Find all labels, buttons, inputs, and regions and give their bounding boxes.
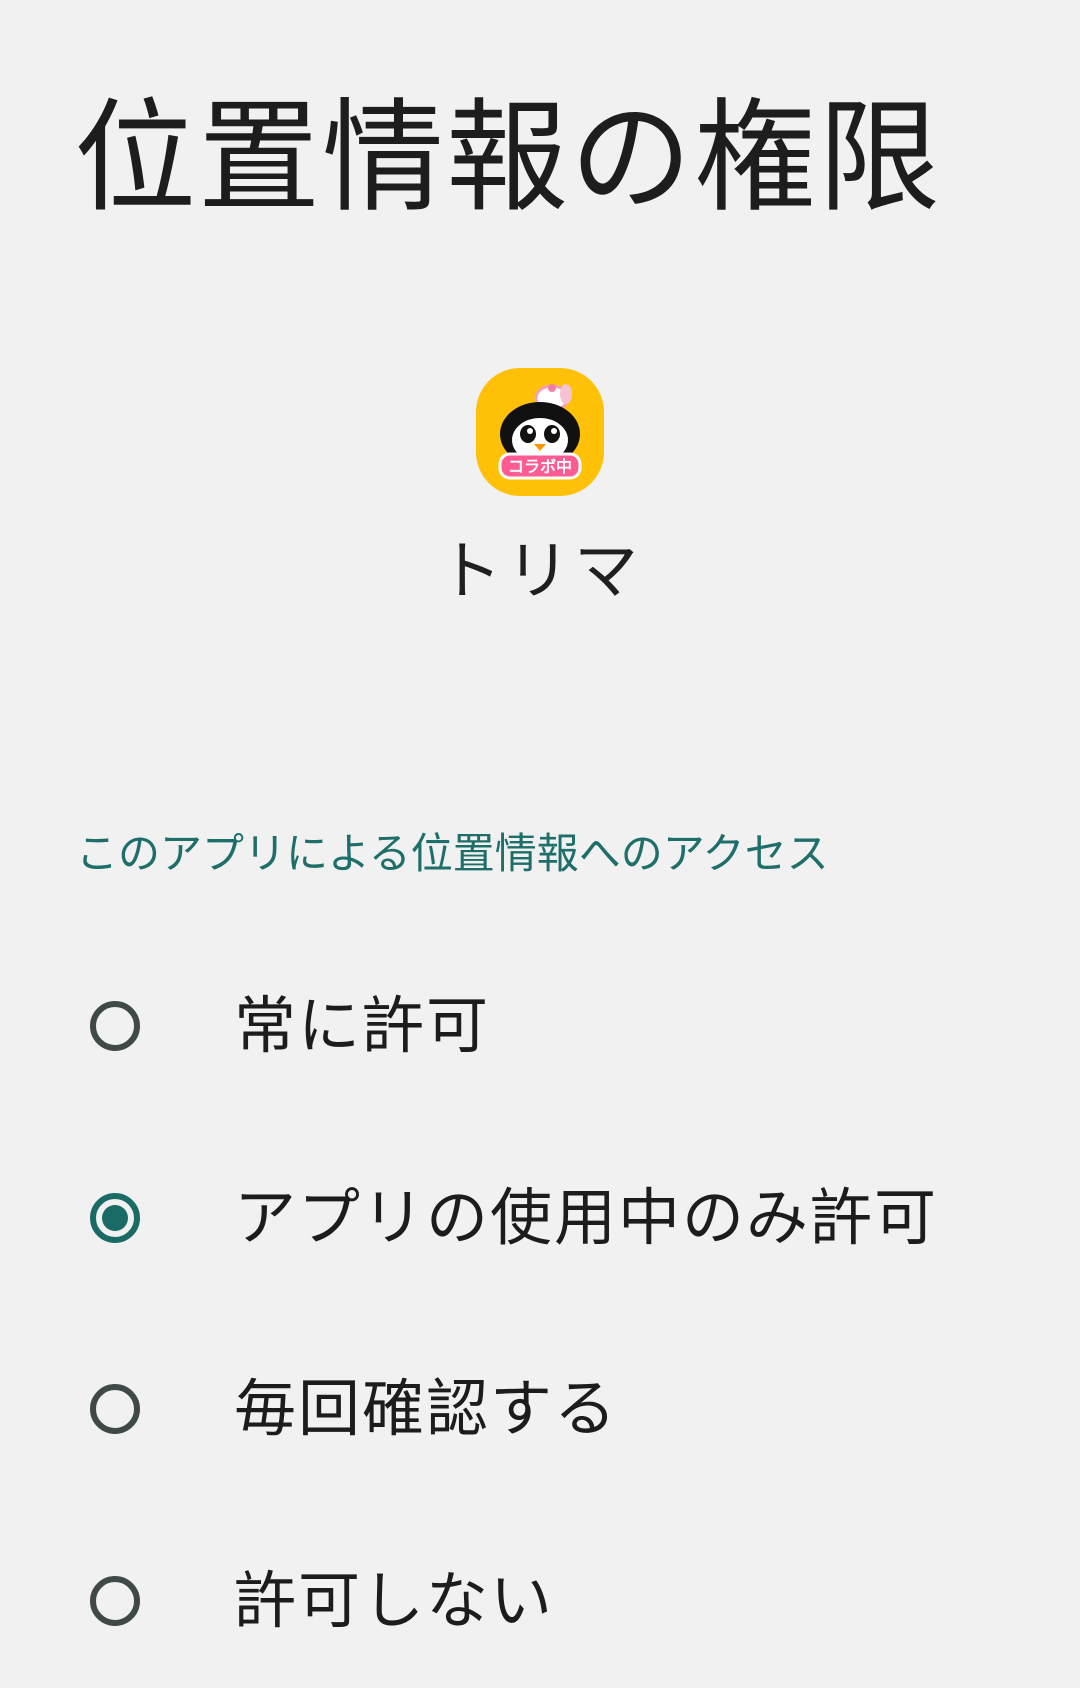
option-allow-while-using[interactable]: アプリの使用中のみ許可 [60, 1143, 1020, 1293]
radio-button[interactable] [90, 1384, 140, 1434]
radio-button[interactable] [90, 1576, 140, 1626]
radio-button[interactable] [90, 1001, 140, 1051]
option-label: 許可しない [234, 1564, 555, 1637]
penguin-app-icon: コラボ中 [476, 368, 604, 496]
option-allow-always[interactable]: 常に許可 [60, 951, 1020, 1101]
option-label: 常に許可 [234, 989, 491, 1062]
page-title: 位置情報の権限 [74, 87, 942, 229]
section-label: このアプリによる位置情報へのアクセス [76, 829, 829, 878]
app-name: トリマ [438, 535, 642, 609]
icon-badge-text: コラボ中 [508, 457, 572, 476]
penguin-icon-graphic: コラボ中 [498, 384, 582, 480]
option-label: アプリの使用中のみ許可 [234, 1181, 939, 1254]
radio-selected-dot [102, 1205, 128, 1231]
app-header: コラボ中 トリマ [0, 368, 1080, 612]
option-deny[interactable]: 許可しない [60, 1526, 1020, 1676]
radio-button-selected[interactable] [90, 1193, 140, 1243]
option-ask-every-time[interactable]: 毎回確認する [60, 1334, 1020, 1484]
option-label: 毎回確認する [234, 1372, 619, 1445]
